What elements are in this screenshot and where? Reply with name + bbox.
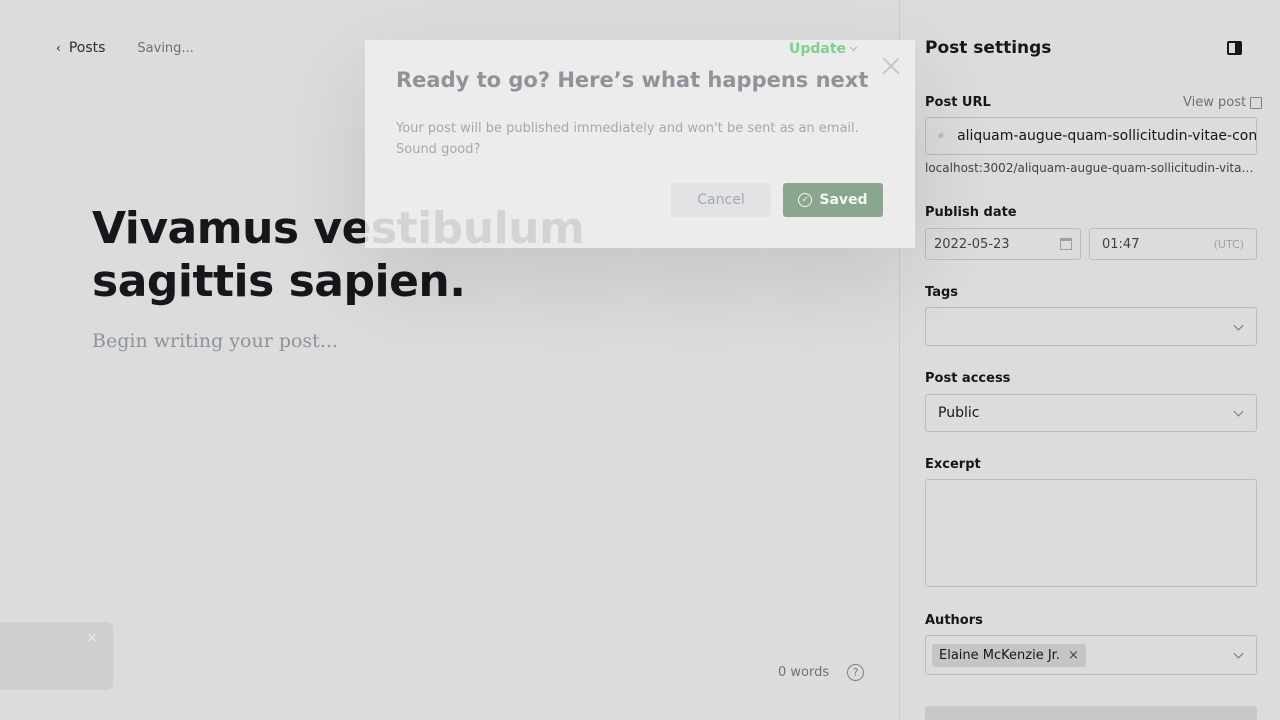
chevron-left-icon: ‹ <box>56 41 61 55</box>
post-body-editor[interactable]: Begin writing your post... <box>92 330 338 352</box>
update-label: Update <box>789 41 847 57</box>
view-post-link[interactable]: View post <box>1183 95 1263 110</box>
close-icon[interactable]: × <box>86 630 98 646</box>
tags-select[interactable] <box>925 307 1257 346</box>
post-url-value: aliquam-augue-quam-sollicitudin-vitae-co… <box>957 128 1257 144</box>
timezone-label: (UTC) <box>1213 237 1244 251</box>
notification-toast: × <box>0 622 113 690</box>
chevron-down-icon <box>1233 406 1244 417</box>
publish-confirm-modal: Ready to go? Here’s what happens next Yo… <box>365 40 915 248</box>
save-status: Saving... <box>137 40 194 56</box>
close-icon[interactable] <box>879 54 903 78</box>
publish-time-input[interactable]: 01:47 (UTC) <box>1089 228 1257 260</box>
help-icon[interactable]: ? <box>847 664 865 681</box>
word-count: 0 words <box>778 665 830 680</box>
authors-select[interactable]: Elaine McKenzie Jr. × <box>925 635 1257 675</box>
post-url-label: Post URL <box>925 95 991 110</box>
post-settings-sidebar: Post settings Post URL View post ⚭ aliqu… <box>899 0 1280 720</box>
post-url-input[interactable]: ⚭ aliquam-augue-quam-sollicitudin-vitae-… <box>925 117 1257 155</box>
back-to-posts-link[interactable]: ‹ Posts <box>56 40 105 56</box>
excerpt-label: Excerpt <box>925 457 981 472</box>
saved-button[interactable]: ✓ Saved <box>783 183 883 217</box>
publish-date-label: Publish date <box>925 205 1017 220</box>
cancel-button[interactable]: Cancel <box>671 183 771 217</box>
back-link-label: Posts <box>68 40 106 56</box>
excerpt-textarea[interactable] <box>925 479 1257 587</box>
external-link-icon <box>1250 96 1263 109</box>
chevron-down-icon <box>850 43 858 52</box>
post-access-select[interactable]: Public <box>925 394 1257 432</box>
publish-date-value: 2022-05-23 <box>934 236 1010 252</box>
saved-label: Saved <box>819 192 868 208</box>
post-access-value: Public <box>938 405 980 421</box>
update-button[interactable]: Update <box>789 41 858 57</box>
next-section-block <box>925 706 1257 720</box>
author-chip[interactable]: Elaine McKenzie Jr. × <box>932 643 1086 667</box>
modal-title: Ready to go? Here’s what happens next <box>396 68 869 92</box>
word-count-bar: 0 words ? <box>778 664 865 681</box>
check-icon: ✓ <box>798 193 813 207</box>
chevron-down-icon <box>1233 648 1244 659</box>
post-access-label: Post access <box>925 371 1011 386</box>
authors-label: Authors <box>925 613 983 628</box>
publish-date-input[interactable]: 2022-05-23 <box>925 228 1081 260</box>
view-post-label: View post <box>1183 95 1247 110</box>
sidebar-toggle-icon[interactable] <box>1227 41 1242 55</box>
link-icon: ⚭ <box>932 127 950 145</box>
modal-message: Your post will be published immediately … <box>396 121 859 157</box>
remove-author-icon[interactable]: × <box>1068 648 1079 663</box>
chevron-down-icon <box>1233 320 1244 331</box>
editor-topbar: ‹ Posts Saving... <box>56 40 194 56</box>
calendar-icon[interactable] <box>1060 238 1072 250</box>
tags-label: Tags <box>925 285 959 300</box>
post-url-preview: localhost:3002/aliquam-augue-quam-sollic… <box>925 161 1257 175</box>
publish-time-value: 01:47 <box>1102 236 1140 252</box>
sidebar-title: Post settings <box>925 38 1052 58</box>
author-name: Elaine McKenzie Jr. <box>939 647 1060 663</box>
